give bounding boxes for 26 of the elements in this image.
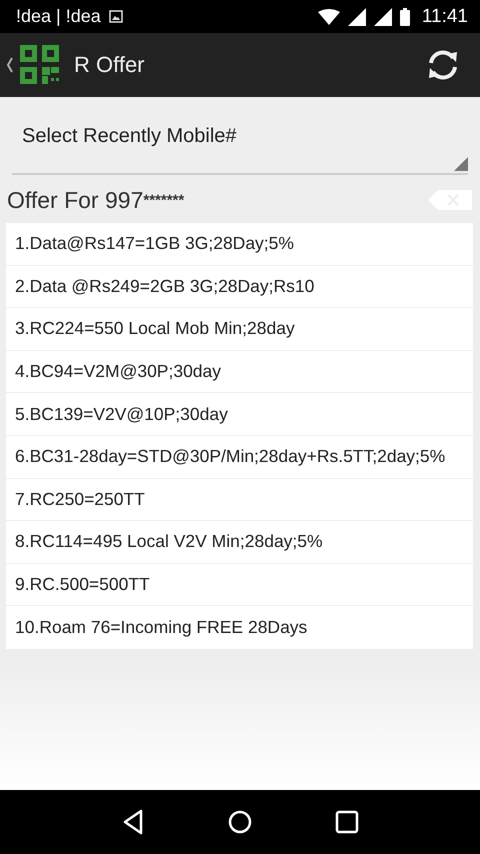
offer-item[interactable]: 6.BC31-28day=STD@30P/Min;28day+Rs.5TT;2day;5% xyxy=(6,436,473,479)
offer-item[interactable]: 4.BC94=V2M@30P;30day xyxy=(6,350,473,394)
offer-item[interactable]: 3.RC224=550 Local Mob Min;28day xyxy=(6,308,473,351)
offer-item[interactable]: 9.RC.500=500TT xyxy=(6,564,473,606)
qr-code-icon xyxy=(20,45,60,85)
offer-item[interactable]: 8.RC114=495 Local V2V Min;28day;5% xyxy=(6,521,473,564)
recent-apps-icon[interactable] xyxy=(335,810,359,834)
app-title: R Offer xyxy=(74,52,145,78)
signal-icon xyxy=(374,8,392,26)
dropdown-corner-icon xyxy=(454,157,468,171)
offer-item[interactable]: 1.Data@Rs147=1GB 3G;28Day;5% xyxy=(6,223,473,266)
image-icon xyxy=(108,10,123,23)
offer-item[interactable]: 7.RC250=250TT xyxy=(6,478,473,522)
refresh-icon[interactable] xyxy=(426,48,460,82)
offer-item[interactable]: 5.BC139=V2V@10P;30day xyxy=(6,393,473,436)
offer-item[interactable]: 10.Roam 76=Incoming FREE 28Days xyxy=(6,606,473,649)
signal-icon xyxy=(348,8,366,26)
offer-item[interactable]: 2.Data @Rs249=2GB 3G;28Day;Rs10 xyxy=(6,266,473,308)
battery-icon xyxy=(400,8,410,26)
carrier-label: !dea | !dea xyxy=(16,6,101,27)
wifi-icon xyxy=(318,8,340,24)
back-icon[interactable] xyxy=(121,809,145,835)
home-icon[interactable] xyxy=(227,809,253,835)
clock-time: 11:41 xyxy=(422,6,468,28)
back-chevron-icon[interactable] xyxy=(6,57,14,73)
mobile-dropdown[interactable]: Select Recently Mobile# xyxy=(12,109,468,175)
